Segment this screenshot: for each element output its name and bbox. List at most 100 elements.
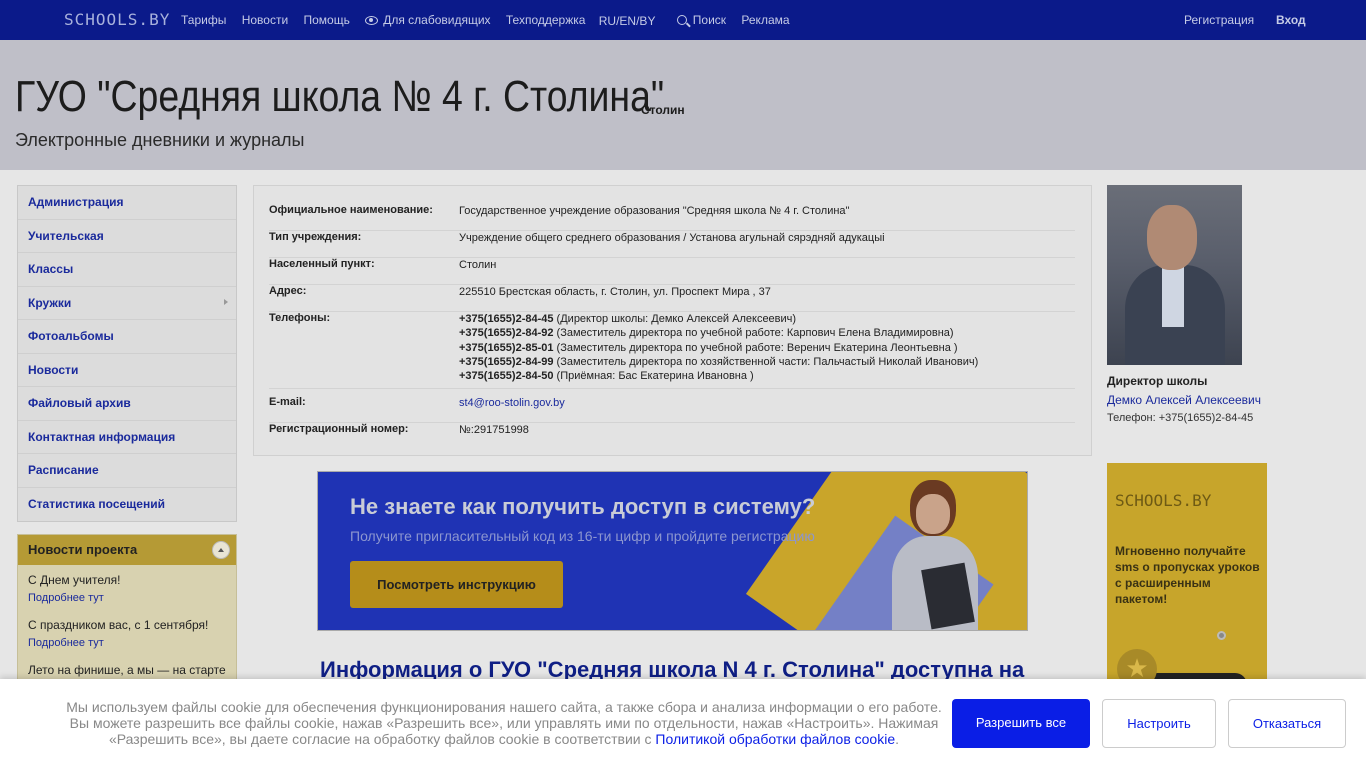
info-row-phones: Телефоны: +375(1655)2-84-45 (Директор шк… xyxy=(269,312,1075,389)
nav-support[interactable]: Техподдержка xyxy=(506,13,586,27)
sidebar-item-administration[interactable]: Администрация xyxy=(18,186,236,220)
info-row-type: Тип учреждения: Учреждение общего средне… xyxy=(269,231,1075,258)
eye-icon xyxy=(365,16,379,25)
top-nav: Тарифы Новости Помощь Для слабовидящих Т… xyxy=(181,13,802,28)
view-instructions-button[interactable]: Посмотреть инструкцию xyxy=(350,561,563,608)
sidebar-item-schedule[interactable]: Расписание xyxy=(18,454,236,488)
news-item-link[interactable]: Подробнее тут xyxy=(28,592,226,604)
info-label: Населенный пункт: xyxy=(269,258,375,270)
collapse-icon[interactable] xyxy=(212,541,230,559)
director-photo xyxy=(1107,185,1242,365)
info-value: Государственное учреждение образования "… xyxy=(459,205,850,217)
nav-accessibility[interactable]: Для слабовидящих xyxy=(365,13,491,27)
cookie-banner: Мы используем файлы cookie для обеспечен… xyxy=(0,679,1366,768)
access-banner[interactable]: Не знаете как получить доступ в систему?… xyxy=(317,471,1028,631)
phone-number: +375(1655)2-85-01 xyxy=(459,341,554,354)
sidebar-item-label: Кружки xyxy=(28,295,72,310)
phone-item: +375(1655)2-84-45 (Директор школы: Демко… xyxy=(459,312,978,326)
page-subtitle: Электронные дневники и журналы xyxy=(15,130,305,150)
phone-number: +375(1655)2-84-50 xyxy=(459,370,554,383)
sidebar-item-clubs[interactable]: Кружки xyxy=(18,287,236,320)
register-link[interactable]: Регистрация xyxy=(1184,13,1254,27)
nav-search-label: Поиск xyxy=(692,13,727,27)
sidebar-item-contacts[interactable]: Контактная информация xyxy=(18,421,236,454)
sidebar-item-teachers[interactable]: Учительская xyxy=(18,220,236,253)
info-label: Тип учреждения: xyxy=(269,231,362,243)
phone-desc: (Заместитель директора по хозяйственной … xyxy=(553,355,979,368)
phone-desc: (Приёмная: Бас Екатерина Ивановна ) xyxy=(553,370,754,383)
banner-heading: Не знаете как получить доступ в систему? xyxy=(350,494,816,519)
nav-tariffs[interactable]: Тарифы xyxy=(181,13,226,27)
sms-ad-banner[interactable]: SCHOOLS.BY Мгновенно получайте sms о про… xyxy=(1107,463,1267,693)
search-icon xyxy=(676,15,687,25)
phone-number: +375(1655)2-84-99 xyxy=(459,355,554,368)
banner-illustration xyxy=(878,480,988,630)
phone-list: +375(1655)2-84-45 (Директор школы: Демко… xyxy=(459,312,978,383)
info-label: Адрес: xyxy=(269,285,307,297)
school-info-card: Официальное наименование: Государственно… xyxy=(253,185,1092,456)
sidebar-item-photo-albums[interactable]: Фотоальбомы xyxy=(18,320,236,354)
allow-all-button[interactable]: Разрешить все xyxy=(952,699,1090,748)
info-value: 225510 Брестская область, г. Столин, ул.… xyxy=(459,286,771,298)
sidebar-item-statistics[interactable]: Статистика посещений xyxy=(18,488,236,522)
cookie-settings-button[interactable]: Настроить xyxy=(1102,699,1216,748)
news-item-text: С Днем учителя! xyxy=(28,573,121,587)
school-city: Столин xyxy=(641,103,685,117)
sidebar-item-news[interactable]: Новости xyxy=(18,354,236,387)
phone-desc: (Заместитель директора по учебной работе… xyxy=(553,327,954,340)
site-logo[interactable]: SCHOOLS.BY xyxy=(64,10,170,29)
school-title: ГУО "Средняя школа № 4 г. Столина" xyxy=(15,72,665,121)
info-value: №:291751998 xyxy=(459,424,529,436)
info-label: Регистрационный номер: xyxy=(269,423,409,435)
page-header: ГУО "Средняя школа № 4 г. Столина" Столи… xyxy=(0,40,1366,170)
director-name-link[interactable]: Демко Алексей Алексеевич xyxy=(1107,393,1261,407)
decline-button[interactable]: Отказаться xyxy=(1228,699,1346,748)
project-news-header: Новости проекта xyxy=(18,535,236,565)
news-item: С праздником вас, с 1 сентября! Подробне… xyxy=(18,610,236,655)
sidebar-menu: Администрация Учительская Классы Кружки … xyxy=(17,185,237,522)
director-label: Директор школы xyxy=(1107,374,1208,388)
top-navbar: SCHOOLS.BY Тарифы Новости Помощь Для сла… xyxy=(0,0,1366,40)
nav-news[interactable]: Новости xyxy=(242,13,288,27)
sidebar-item-file-archive[interactable]: Файловый архив xyxy=(18,387,236,421)
ad-text: Мгновенно получайте sms о пропусках урок… xyxy=(1115,544,1260,606)
email-link[interactable]: st4@roo-stolin.gov.by xyxy=(459,396,565,410)
news-item-text: Лето на финише, а мы — на старте xyxy=(28,663,226,677)
phone-number: +375(1655)2-84-45 xyxy=(459,313,554,325)
info-row-reg-number: Регистрационный номер: №:291751998 xyxy=(269,423,1075,443)
cookie-policy-link[interactable]: Политикой обработки файлов cookie xyxy=(655,731,895,747)
chevron-right-icon xyxy=(224,298,228,305)
project-news-panel: Новости проекта С Днем учителя! Подробне… xyxy=(17,534,237,694)
nav-help[interactable]: Помощь xyxy=(303,13,349,27)
info-row-email: E-mail: st4@roo-stolin.gov.by xyxy=(269,396,1075,423)
director-photo-shirt xyxy=(1162,267,1184,327)
nav-search[interactable]: Поиск xyxy=(676,13,727,27)
info-row-locality: Населенный пункт: Столин xyxy=(269,258,1075,285)
nav-ads[interactable]: Реклама xyxy=(741,13,789,27)
phone-item: +375(1655)2-85-01 (Заместитель директора… xyxy=(459,341,978,355)
info-label: E-mail: xyxy=(269,396,306,408)
ad-logo: SCHOOLS.BY xyxy=(1115,491,1212,510)
phone-number: +375(1655)2-84-92 xyxy=(459,327,554,340)
phone-desc: (Директор школы: Демко Алексей Алексееви… xyxy=(553,313,797,325)
cookie-text: Мы используем файлы cookie для обеспечен… xyxy=(60,699,948,747)
director-phone: Телефон: +375(1655)2-84-45 xyxy=(1107,412,1254,424)
phone-item: +375(1655)2-84-50 (Приёмная: Бас Екатери… xyxy=(459,369,978,383)
news-item-link[interactable]: Подробнее тут xyxy=(28,637,226,649)
info-label: Официальное наименование: xyxy=(269,204,433,216)
news-item-text: С праздником вас, с 1 сентября! xyxy=(28,618,209,632)
ad-dot xyxy=(1217,631,1226,640)
sidebar-item-classes[interactable]: Классы xyxy=(18,253,236,287)
illustration-face xyxy=(916,494,950,534)
language-switch[interactable]: RU/EN/BY xyxy=(599,14,656,28)
info-row-official-name: Официальное наименование: Государственно… xyxy=(269,204,1075,231)
director-photo-face xyxy=(1147,205,1197,270)
info-value: Столин xyxy=(459,259,497,271)
login-link[interactable]: Вход xyxy=(1276,13,1306,27)
phone-item: +375(1655)2-84-99 (Заместитель директора… xyxy=(459,355,978,369)
info-row-address: Адрес: 225510 Брестская область, г. Стол… xyxy=(269,285,1075,312)
project-news-title: Новости проекта xyxy=(28,542,138,557)
banner-subtext: Получите пригласительный код из 16-ти ци… xyxy=(350,528,815,544)
cookie-suffix: . xyxy=(895,731,900,747)
nav-accessibility-label: Для слабовидящих xyxy=(383,13,491,27)
